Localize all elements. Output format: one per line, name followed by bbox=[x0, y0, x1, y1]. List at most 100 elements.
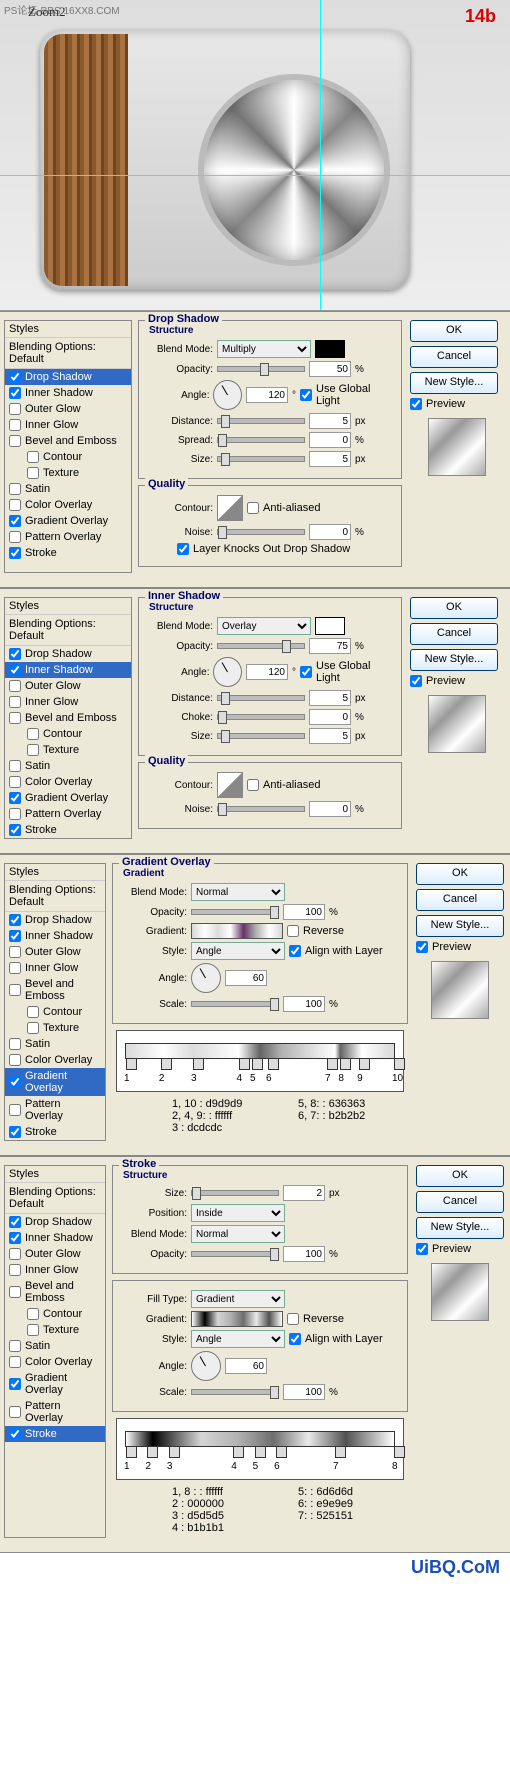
style-checkbox[interactable] bbox=[9, 946, 21, 958]
preview-checkbox[interactable] bbox=[416, 941, 428, 953]
value-input[interactable] bbox=[283, 1185, 325, 1201]
style-checkbox[interactable] bbox=[9, 760, 21, 772]
ok-button[interactable]: OK bbox=[410, 597, 498, 619]
new-style-button[interactable]: New Style... bbox=[416, 1217, 504, 1239]
style-checkbox[interactable] bbox=[27, 467, 39, 479]
style-item-gradient-overlay[interactable]: Gradient Overlay bbox=[5, 790, 131, 806]
gradient-stop[interactable] bbox=[126, 1058, 137, 1070]
blend-mode-select[interactable]: Normal bbox=[191, 883, 285, 901]
slider[interactable] bbox=[217, 733, 305, 739]
style-checkbox[interactable] bbox=[9, 776, 21, 788]
gradient-stop[interactable] bbox=[126, 1446, 137, 1458]
value-input[interactable] bbox=[283, 996, 325, 1012]
angle-input[interactable] bbox=[246, 664, 288, 680]
gradient-stop[interactable] bbox=[340, 1058, 351, 1070]
style-item-pattern-overlay[interactable]: Pattern Overlay bbox=[5, 1096, 105, 1124]
style-checkbox[interactable] bbox=[9, 930, 21, 942]
style-item-color-overlay[interactable]: Color Overlay bbox=[5, 1052, 105, 1068]
blending-options[interactable]: Blending Options: Default bbox=[5, 337, 131, 369]
filltype-select[interactable]: Gradient bbox=[191, 1290, 285, 1308]
style-item-outer-glow[interactable]: Outer Glow bbox=[5, 401, 131, 417]
value-input[interactable] bbox=[309, 451, 351, 467]
style-item-outer-glow[interactable]: Outer Glow bbox=[5, 1246, 105, 1262]
gradient-stop[interactable] bbox=[147, 1446, 158, 1458]
gradient-stop[interactable] bbox=[169, 1446, 180, 1458]
ok-button[interactable]: OK bbox=[416, 1165, 504, 1187]
style-item-inner-glow[interactable]: Inner Glow bbox=[5, 694, 131, 710]
slider[interactable] bbox=[217, 695, 305, 701]
preview-checkbox[interactable] bbox=[416, 1243, 428, 1255]
style-checkbox[interactable] bbox=[9, 1428, 21, 1440]
style-item-drop-shadow[interactable]: Drop Shadow bbox=[5, 912, 105, 928]
value-input[interactable] bbox=[309, 524, 351, 540]
blend-mode-select[interactable]: Normal bbox=[191, 1225, 285, 1243]
cancel-button[interactable]: Cancel bbox=[410, 346, 498, 368]
style-checkbox[interactable] bbox=[9, 1104, 21, 1116]
slider[interactable] bbox=[217, 366, 305, 372]
slider[interactable] bbox=[191, 1001, 279, 1007]
style-item-inner-shadow[interactable]: Inner Shadow bbox=[5, 928, 105, 944]
style-checkbox[interactable] bbox=[9, 648, 21, 660]
cancel-button[interactable]: Cancel bbox=[410, 623, 498, 645]
value-input[interactable] bbox=[309, 690, 351, 706]
style-item-pattern-overlay[interactable]: Pattern Overlay bbox=[5, 806, 131, 822]
style-item-contour[interactable]: Contour bbox=[5, 726, 131, 742]
style-checkbox[interactable] bbox=[9, 824, 21, 836]
style-item-texture[interactable]: Texture bbox=[5, 742, 131, 758]
align-checkbox[interactable] bbox=[289, 1333, 301, 1345]
ok-button[interactable]: OK bbox=[416, 863, 504, 885]
align-checkbox[interactable] bbox=[289, 945, 301, 957]
new-style-button[interactable]: New Style... bbox=[416, 915, 504, 937]
style-checkbox[interactable] bbox=[9, 1126, 21, 1138]
style-checkbox[interactable] bbox=[9, 792, 21, 804]
gradient-stop[interactable] bbox=[255, 1446, 266, 1458]
value-input[interactable] bbox=[309, 709, 351, 725]
style-item-bevel-and-emboss[interactable]: Bevel and Emboss bbox=[5, 1278, 105, 1306]
blend-mode-select[interactable]: Multiply bbox=[217, 340, 311, 358]
blending-options[interactable]: Blending Options: Default bbox=[5, 614, 131, 646]
style-checkbox[interactable] bbox=[9, 419, 21, 431]
angle-input[interactable] bbox=[246, 387, 288, 403]
gradient-stop[interactable] bbox=[193, 1058, 204, 1070]
style-item-stroke[interactable]: Stroke bbox=[5, 1124, 105, 1140]
style-item-stroke[interactable]: Stroke bbox=[5, 1426, 105, 1442]
gradient-stop[interactable] bbox=[268, 1058, 279, 1070]
style-item-pattern-overlay[interactable]: Pattern Overlay bbox=[5, 529, 131, 545]
gradient-stop[interactable] bbox=[239, 1058, 250, 1070]
knockout-checkbox[interactable] bbox=[177, 543, 189, 555]
angle-dial[interactable] bbox=[191, 963, 221, 993]
style-checkbox[interactable] bbox=[9, 712, 21, 724]
style-item-satin[interactable]: Satin bbox=[5, 1036, 105, 1052]
gradient-stop[interactable] bbox=[394, 1058, 405, 1070]
style-checkbox[interactable] bbox=[9, 499, 21, 511]
style-checkbox[interactable] bbox=[9, 531, 21, 543]
gradient-stop[interactable] bbox=[252, 1058, 263, 1070]
style-select[interactable]: Angle bbox=[191, 1330, 285, 1348]
style-checkbox[interactable] bbox=[9, 1216, 21, 1228]
value-input[interactable] bbox=[283, 904, 325, 920]
gradient-bar[interactable]: 1 2 3 4 5 6 7 8 bbox=[125, 1431, 395, 1447]
value-input[interactable] bbox=[309, 638, 351, 654]
style-item-drop-shadow[interactable]: Drop Shadow bbox=[5, 646, 131, 662]
style-checkbox[interactable] bbox=[27, 1324, 39, 1336]
style-checkbox[interactable] bbox=[27, 1006, 39, 1018]
style-item-bevel-and-emboss[interactable]: Bevel and Emboss bbox=[5, 433, 131, 449]
style-item-pattern-overlay[interactable]: Pattern Overlay bbox=[5, 1398, 105, 1426]
antialias-checkbox[interactable] bbox=[247, 502, 259, 514]
style-checkbox[interactable] bbox=[9, 371, 21, 383]
slider[interactable] bbox=[217, 806, 305, 812]
style-item-satin[interactable]: Satin bbox=[5, 1338, 105, 1354]
style-checkbox[interactable] bbox=[9, 483, 21, 495]
style-checkbox[interactable] bbox=[9, 808, 21, 820]
new-style-button[interactable]: New Style... bbox=[410, 372, 498, 394]
position-select[interactable]: Inside bbox=[191, 1204, 285, 1222]
style-item-color-overlay[interactable]: Color Overlay bbox=[5, 774, 131, 790]
style-select[interactable]: Angle bbox=[191, 942, 285, 960]
style-checkbox[interactable] bbox=[9, 515, 21, 527]
style-checkbox[interactable] bbox=[9, 1406, 21, 1418]
style-checkbox[interactable] bbox=[9, 403, 21, 415]
style-checkbox[interactable] bbox=[9, 962, 21, 974]
angle-input[interactable] bbox=[225, 1358, 267, 1374]
gradient-stop[interactable] bbox=[327, 1058, 338, 1070]
color-swatch[interactable] bbox=[315, 340, 345, 358]
